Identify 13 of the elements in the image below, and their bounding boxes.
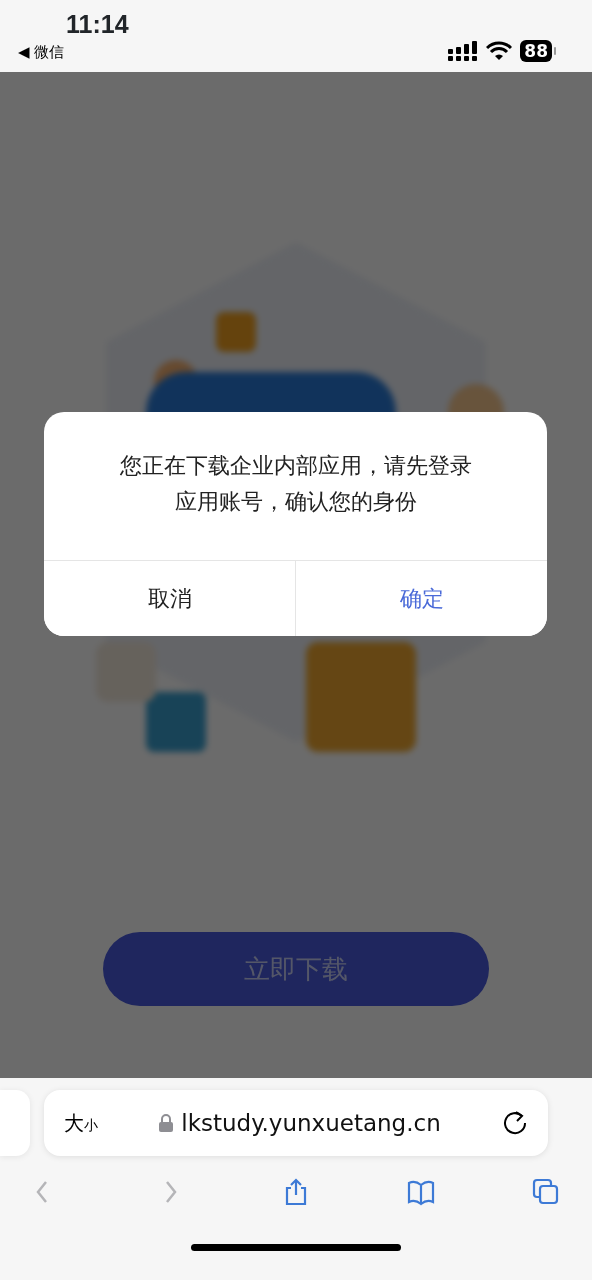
- url-text: lkstudy.yunxuetang.cn: [181, 1108, 441, 1138]
- dialog-message: 您正在下载企业内部应用，请先登录应用账号，确认您的身份: [118, 452, 473, 516]
- text-size-button[interactable]: 大小: [64, 1108, 98, 1138]
- signal-icon: [448, 41, 479, 61]
- book-icon[interactable]: [407, 1178, 435, 1206]
- wifi-icon: [486, 41, 513, 61]
- cancel-button[interactable]: 取消: [44, 560, 295, 636]
- tabs-icon[interactable]: [532, 1178, 560, 1206]
- status-time: 11:14: [66, 12, 129, 37]
- confirm-button[interactable]: 确定: [295, 560, 547, 636]
- reload-icon[interactable]: [502, 1110, 528, 1136]
- address-bar[interactable]: 大小 lkstudy.yunxuetang.cn: [44, 1090, 548, 1156]
- back-to-app-link[interactable]: ◀ 微信: [18, 41, 129, 64]
